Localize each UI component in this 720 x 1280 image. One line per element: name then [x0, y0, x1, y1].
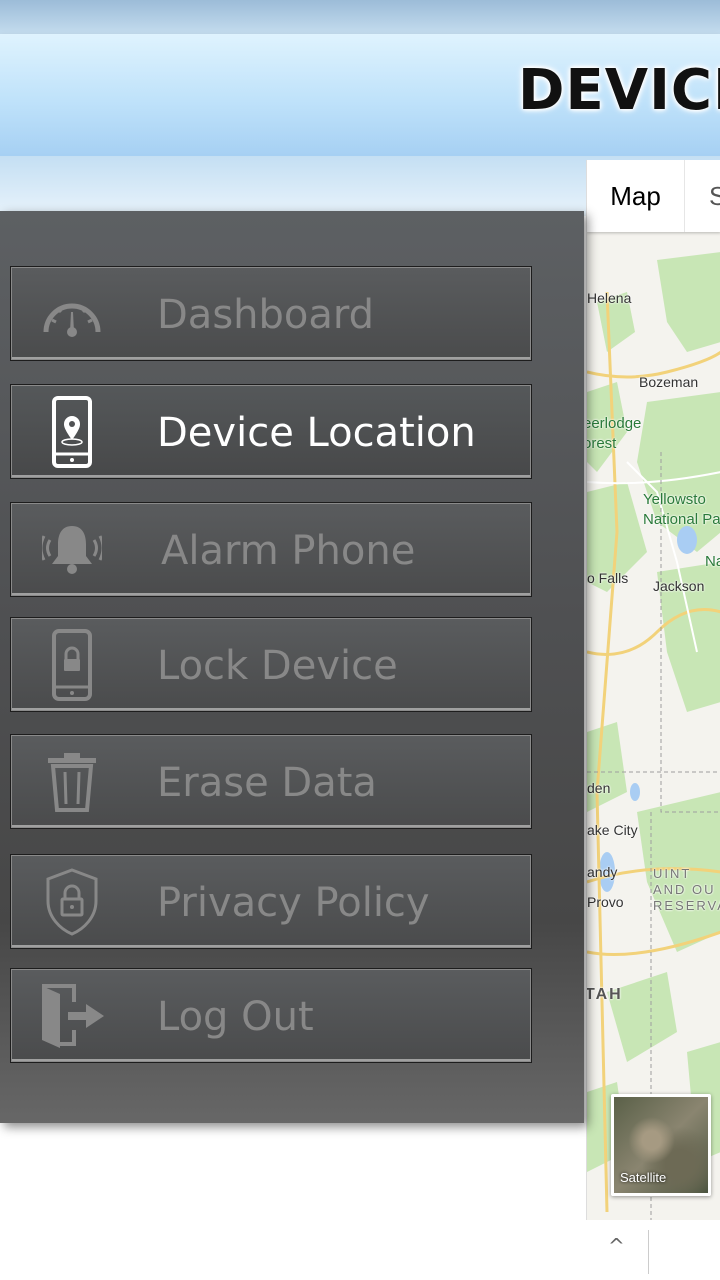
map-label: UINT AND OU RESERVA	[653, 866, 720, 913]
page-title: DEVICE	[518, 58, 720, 123]
map-label: TAH	[586, 986, 623, 1003]
phone-lock-icon	[37, 629, 107, 701]
bottom-nav: ^	[586, 1220, 720, 1280]
menu-item-erase-data[interactable]: Erase Data	[10, 734, 532, 829]
map-label: Provo	[587, 894, 624, 910]
map-label: andy	[587, 864, 618, 880]
chevron-up-icon[interactable]: ^	[608, 1234, 625, 1258]
menu-item-alarm-phone[interactable]: Alarm Phone	[10, 502, 532, 597]
logout-door-icon	[37, 981, 107, 1051]
map-label: Helena	[587, 290, 632, 306]
map-label: eerlodge orest	[586, 415, 642, 452]
menu-item-label: Alarm Phone	[161, 527, 416, 574]
tab-map[interactable]: Map	[587, 160, 685, 232]
menu-item-label: Log Out	[157, 993, 314, 1040]
map-label: Bozeman	[639, 374, 699, 390]
menu-item-label: Lock Device	[157, 642, 398, 689]
speedometer-icon	[37, 279, 107, 349]
menu-item-label: Erase Data	[157, 759, 377, 806]
map-label: Na	[705, 553, 720, 570]
status-bar	[0, 0, 720, 34]
shield-lock-icon	[37, 867, 107, 937]
menu-item-label: Privacy Policy	[157, 879, 430, 926]
satellite-toggle-button[interactable]: Satellite	[611, 1094, 711, 1196]
map-view[interactable]: Map S	[586, 160, 720, 1220]
map-label: o Falls	[587, 570, 629, 586]
menu-item-label: Device Location	[157, 409, 476, 456]
divider	[648, 1230, 649, 1274]
menu-item-lock-device[interactable]: Lock Device	[10, 617, 532, 712]
tab-satellite[interactable]: S	[709, 160, 720, 232]
map-label: Yellowsto National Pa	[643, 491, 720, 528]
map-label: den	[587, 780, 611, 796]
navigation-drawer: Dashboard Device Location Alarm Phone Lo…	[0, 211, 584, 1123]
bell-ringing-icon	[37, 515, 107, 585]
trash-icon	[37, 747, 107, 817]
map-label: ake City	[587, 822, 638, 838]
phone-location-icon	[37, 396, 107, 468]
menu-item-device-location[interactable]: Device Location	[10, 384, 532, 479]
menu-item-privacy-policy[interactable]: Privacy Policy	[10, 854, 532, 949]
map-type-bar: Map S	[587, 160, 720, 232]
map-label: Jackson	[653, 578, 705, 594]
menu-item-log-out[interactable]: Log Out	[10, 968, 532, 1063]
menu-item-dashboard[interactable]: Dashboard	[10, 266, 532, 361]
menu-item-label: Dashboard	[157, 291, 375, 338]
satellite-label: Satellite	[620, 1170, 667, 1185]
